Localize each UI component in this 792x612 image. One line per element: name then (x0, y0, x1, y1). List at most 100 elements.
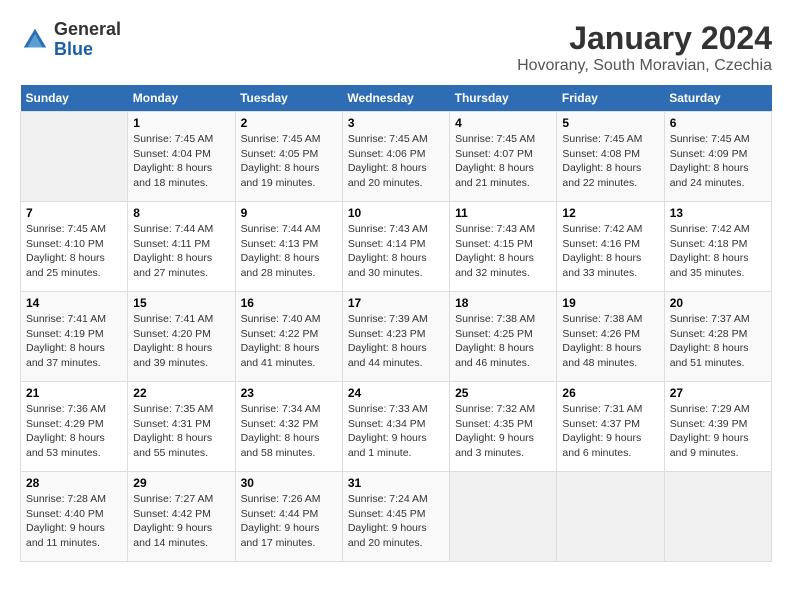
day-number: 27 (670, 386, 766, 400)
day-cell: 21 Sunrise: 7:36 AM Sunset: 4:29 PM Dayl… (21, 382, 128, 472)
day-cell: 11 Sunrise: 7:43 AM Sunset: 4:15 PM Dayl… (450, 202, 557, 292)
day-info: Sunrise: 7:45 AM Sunset: 4:06 PM Dayligh… (348, 132, 444, 191)
page-title: January 2024 (517, 20, 772, 57)
calendar-table: SundayMondayTuesdayWednesdayThursdayFrid… (20, 85, 772, 562)
day-info: Sunrise: 7:37 AM Sunset: 4:28 PM Dayligh… (670, 312, 766, 371)
day-number: 7 (26, 206, 122, 220)
day-number: 16 (241, 296, 337, 310)
day-info: Sunrise: 7:45 AM Sunset: 4:05 PM Dayligh… (241, 132, 337, 191)
logo-icon (20, 25, 50, 55)
day-cell: 14 Sunrise: 7:41 AM Sunset: 4:19 PM Dayl… (21, 292, 128, 382)
day-cell: 6 Sunrise: 7:45 AM Sunset: 4:09 PM Dayli… (664, 112, 771, 202)
logo-text: General Blue (54, 20, 121, 60)
day-info: Sunrise: 7:45 AM Sunset: 4:08 PM Dayligh… (562, 132, 658, 191)
day-cell: 22 Sunrise: 7:35 AM Sunset: 4:31 PM Dayl… (128, 382, 235, 472)
day-header-wednesday: Wednesday (342, 85, 449, 112)
day-info: Sunrise: 7:32 AM Sunset: 4:35 PM Dayligh… (455, 402, 551, 461)
day-cell: 23 Sunrise: 7:34 AM Sunset: 4:32 PM Dayl… (235, 382, 342, 472)
day-cell: 3 Sunrise: 7:45 AM Sunset: 4:06 PM Dayli… (342, 112, 449, 202)
day-cell: 7 Sunrise: 7:45 AM Sunset: 4:10 PM Dayli… (21, 202, 128, 292)
day-info: Sunrise: 7:42 AM Sunset: 4:18 PM Dayligh… (670, 222, 766, 281)
day-info: Sunrise: 7:35 AM Sunset: 4:31 PM Dayligh… (133, 402, 229, 461)
page-header: General Blue January 2024 Hovorany, Sout… (20, 20, 772, 75)
day-cell: 4 Sunrise: 7:45 AM Sunset: 4:07 PM Dayli… (450, 112, 557, 202)
day-header-friday: Friday (557, 85, 664, 112)
day-info: Sunrise: 7:43 AM Sunset: 4:14 PM Dayligh… (348, 222, 444, 281)
day-cell: 27 Sunrise: 7:29 AM Sunset: 4:39 PM Dayl… (664, 382, 771, 472)
day-cell: 17 Sunrise: 7:39 AM Sunset: 4:23 PM Dayl… (342, 292, 449, 382)
day-number: 19 (562, 296, 658, 310)
day-cell (557, 472, 664, 562)
day-number: 22 (133, 386, 229, 400)
day-info: Sunrise: 7:33 AM Sunset: 4:34 PM Dayligh… (348, 402, 444, 461)
day-info: Sunrise: 7:42 AM Sunset: 4:16 PM Dayligh… (562, 222, 658, 281)
day-number: 6 (670, 116, 766, 130)
day-cell: 5 Sunrise: 7:45 AM Sunset: 4:08 PM Dayli… (557, 112, 664, 202)
day-cell: 28 Sunrise: 7:28 AM Sunset: 4:40 PM Dayl… (21, 472, 128, 562)
day-header-monday: Monday (128, 85, 235, 112)
day-number: 15 (133, 296, 229, 310)
day-cell: 25 Sunrise: 7:32 AM Sunset: 4:35 PM Dayl… (450, 382, 557, 472)
day-number: 20 (670, 296, 766, 310)
day-info: Sunrise: 7:29 AM Sunset: 4:39 PM Dayligh… (670, 402, 766, 461)
day-number: 10 (348, 206, 444, 220)
day-number: 30 (241, 476, 337, 490)
day-info: Sunrise: 7:27 AM Sunset: 4:42 PM Dayligh… (133, 492, 229, 551)
day-cell: 24 Sunrise: 7:33 AM Sunset: 4:34 PM Dayl… (342, 382, 449, 472)
day-info: Sunrise: 7:44 AM Sunset: 4:13 PM Dayligh… (241, 222, 337, 281)
day-info: Sunrise: 7:28 AM Sunset: 4:40 PM Dayligh… (26, 492, 122, 551)
day-info: Sunrise: 7:40 AM Sunset: 4:22 PM Dayligh… (241, 312, 337, 371)
day-number: 3 (348, 116, 444, 130)
day-number: 17 (348, 296, 444, 310)
week-row-5: 28 Sunrise: 7:28 AM Sunset: 4:40 PM Dayl… (21, 472, 772, 562)
page-subtitle: Hovorany, South Moravian, Czechia (517, 57, 772, 75)
day-info: Sunrise: 7:45 AM Sunset: 4:04 PM Dayligh… (133, 132, 229, 191)
day-cell: 16 Sunrise: 7:40 AM Sunset: 4:22 PM Dayl… (235, 292, 342, 382)
day-info: Sunrise: 7:36 AM Sunset: 4:29 PM Dayligh… (26, 402, 122, 461)
day-number: 11 (455, 206, 551, 220)
day-cell: 2 Sunrise: 7:45 AM Sunset: 4:05 PM Dayli… (235, 112, 342, 202)
day-info: Sunrise: 7:45 AM Sunset: 4:07 PM Dayligh… (455, 132, 551, 191)
day-cell: 15 Sunrise: 7:41 AM Sunset: 4:20 PM Dayl… (128, 292, 235, 382)
day-cell: 20 Sunrise: 7:37 AM Sunset: 4:28 PM Dayl… (664, 292, 771, 382)
day-cell: 31 Sunrise: 7:24 AM Sunset: 4:45 PM Dayl… (342, 472, 449, 562)
day-cell: 1 Sunrise: 7:45 AM Sunset: 4:04 PM Dayli… (128, 112, 235, 202)
day-number: 23 (241, 386, 337, 400)
header-row: SundayMondayTuesdayWednesdayThursdayFrid… (21, 85, 772, 112)
day-number: 21 (26, 386, 122, 400)
day-header-thursday: Thursday (450, 85, 557, 112)
day-header-tuesday: Tuesday (235, 85, 342, 112)
day-info: Sunrise: 7:26 AM Sunset: 4:44 PM Dayligh… (241, 492, 337, 551)
day-number: 9 (241, 206, 337, 220)
day-cell: 10 Sunrise: 7:43 AM Sunset: 4:14 PM Dayl… (342, 202, 449, 292)
day-number: 24 (348, 386, 444, 400)
day-header-saturday: Saturday (664, 85, 771, 112)
logo: General Blue (20, 20, 121, 60)
title-block: January 2024 Hovorany, South Moravian, C… (517, 20, 772, 75)
day-info: Sunrise: 7:45 AM Sunset: 4:10 PM Dayligh… (26, 222, 122, 281)
day-number: 29 (133, 476, 229, 490)
day-info: Sunrise: 7:41 AM Sunset: 4:20 PM Dayligh… (133, 312, 229, 371)
day-number: 25 (455, 386, 551, 400)
day-info: Sunrise: 7:43 AM Sunset: 4:15 PM Dayligh… (455, 222, 551, 281)
week-row-3: 14 Sunrise: 7:41 AM Sunset: 4:19 PM Dayl… (21, 292, 772, 382)
day-cell: 30 Sunrise: 7:26 AM Sunset: 4:44 PM Dayl… (235, 472, 342, 562)
week-row-4: 21 Sunrise: 7:36 AM Sunset: 4:29 PM Dayl… (21, 382, 772, 472)
day-number: 26 (562, 386, 658, 400)
day-cell: 19 Sunrise: 7:38 AM Sunset: 4:26 PM Dayl… (557, 292, 664, 382)
week-row-2: 7 Sunrise: 7:45 AM Sunset: 4:10 PM Dayli… (21, 202, 772, 292)
day-cell: 26 Sunrise: 7:31 AM Sunset: 4:37 PM Dayl… (557, 382, 664, 472)
day-cell: 18 Sunrise: 7:38 AM Sunset: 4:25 PM Dayl… (450, 292, 557, 382)
day-info: Sunrise: 7:41 AM Sunset: 4:19 PM Dayligh… (26, 312, 122, 371)
day-info: Sunrise: 7:34 AM Sunset: 4:32 PM Dayligh… (241, 402, 337, 461)
day-header-sunday: Sunday (21, 85, 128, 112)
week-row-1: 1 Sunrise: 7:45 AM Sunset: 4:04 PM Dayli… (21, 112, 772, 202)
day-number: 31 (348, 476, 444, 490)
day-cell: 9 Sunrise: 7:44 AM Sunset: 4:13 PM Dayli… (235, 202, 342, 292)
day-number: 18 (455, 296, 551, 310)
day-info: Sunrise: 7:38 AM Sunset: 4:26 PM Dayligh… (562, 312, 658, 371)
day-cell: 12 Sunrise: 7:42 AM Sunset: 4:16 PM Dayl… (557, 202, 664, 292)
day-cell (450, 472, 557, 562)
day-info: Sunrise: 7:39 AM Sunset: 4:23 PM Dayligh… (348, 312, 444, 371)
day-number: 4 (455, 116, 551, 130)
